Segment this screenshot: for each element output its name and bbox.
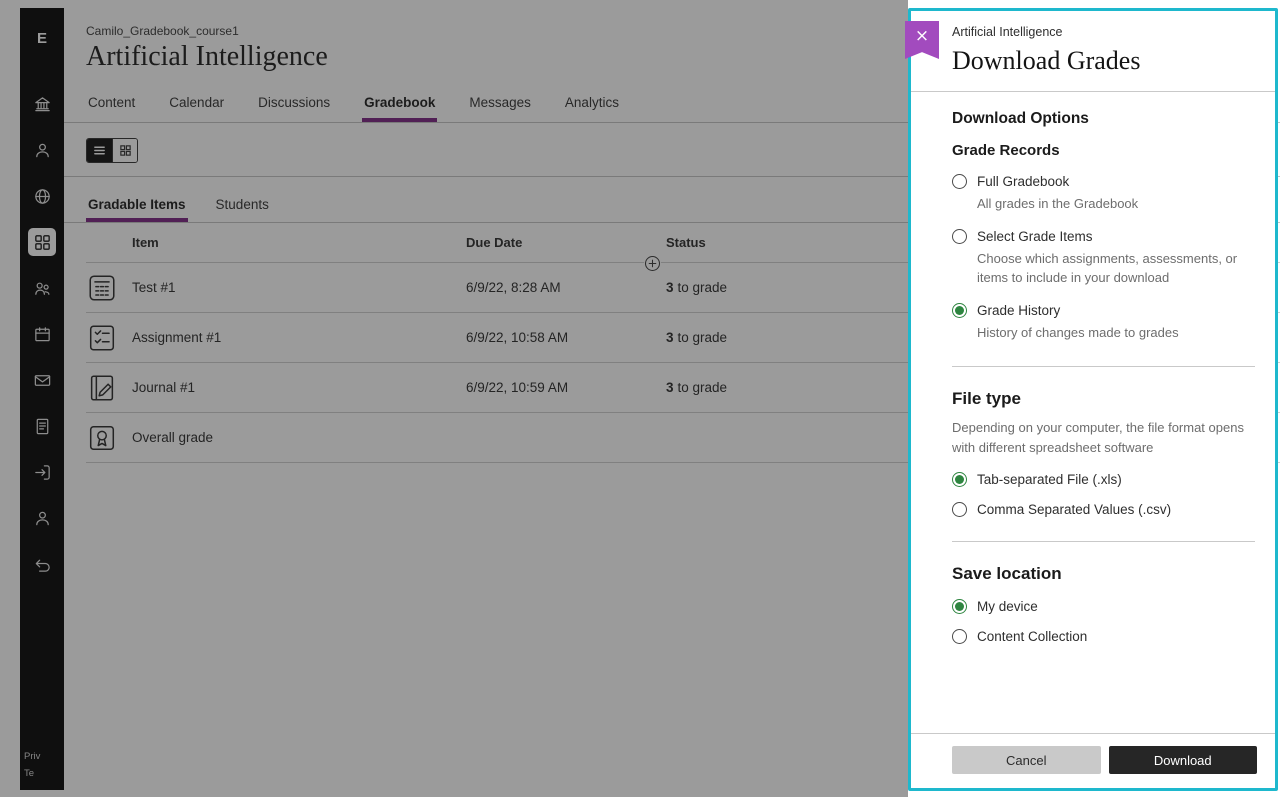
radio-icon <box>952 502 967 517</box>
panel-course-context: Artificial Intelligence <box>952 11 1255 39</box>
file-type-heading: File type <box>952 389 1255 409</box>
header-divider <box>911 91 1275 92</box>
radio-icon <box>952 174 967 189</box>
download-options-heading: Download Options <box>952 110 1255 128</box>
modal-scrim <box>0 0 908 797</box>
panel-title: Download Grades <box>952 46 1255 76</box>
radio-content-collection[interactable]: Content Collection <box>952 629 1255 644</box>
file-type-description: Depending on your computer, the file for… <box>952 418 1255 457</box>
radio-full-gradebook[interactable]: Full Gradebook <box>952 174 1255 189</box>
download-button[interactable]: Download <box>1109 746 1258 774</box>
radio-icon <box>952 599 967 614</box>
radio-icon <box>952 472 967 487</box>
download-grades-panel: × Artificial Intelligence Download Grade… <box>908 8 1278 791</box>
radio-description: Choose which assignments, assessments, o… <box>977 249 1255 288</box>
radio-icon <box>952 629 967 644</box>
cancel-button[interactable]: Cancel <box>952 746 1101 774</box>
grade-records-heading: Grade Records <box>952 142 1255 159</box>
panel-footer: Cancel Download <box>911 733 1275 788</box>
radio-comma-separated[interactable]: Comma Separated Values (.csv) <box>952 502 1255 517</box>
section-divider <box>952 541 1255 542</box>
radio-icon <box>952 303 967 318</box>
radio-tab-separated[interactable]: Tab-separated File (.xls) <box>952 472 1255 487</box>
section-divider <box>952 366 1255 367</box>
radio-description: History of changes made to grades <box>977 323 1255 343</box>
radio-select-grade-items[interactable]: Select Grade Items <box>952 229 1255 244</box>
radio-my-device[interactable]: My device <box>952 599 1255 614</box>
radio-description: All grades in the Gradebook <box>977 194 1255 214</box>
radio-grade-history[interactable]: Grade History <box>952 303 1255 318</box>
radio-icon <box>952 229 967 244</box>
save-location-heading: Save location <box>952 564 1255 584</box>
